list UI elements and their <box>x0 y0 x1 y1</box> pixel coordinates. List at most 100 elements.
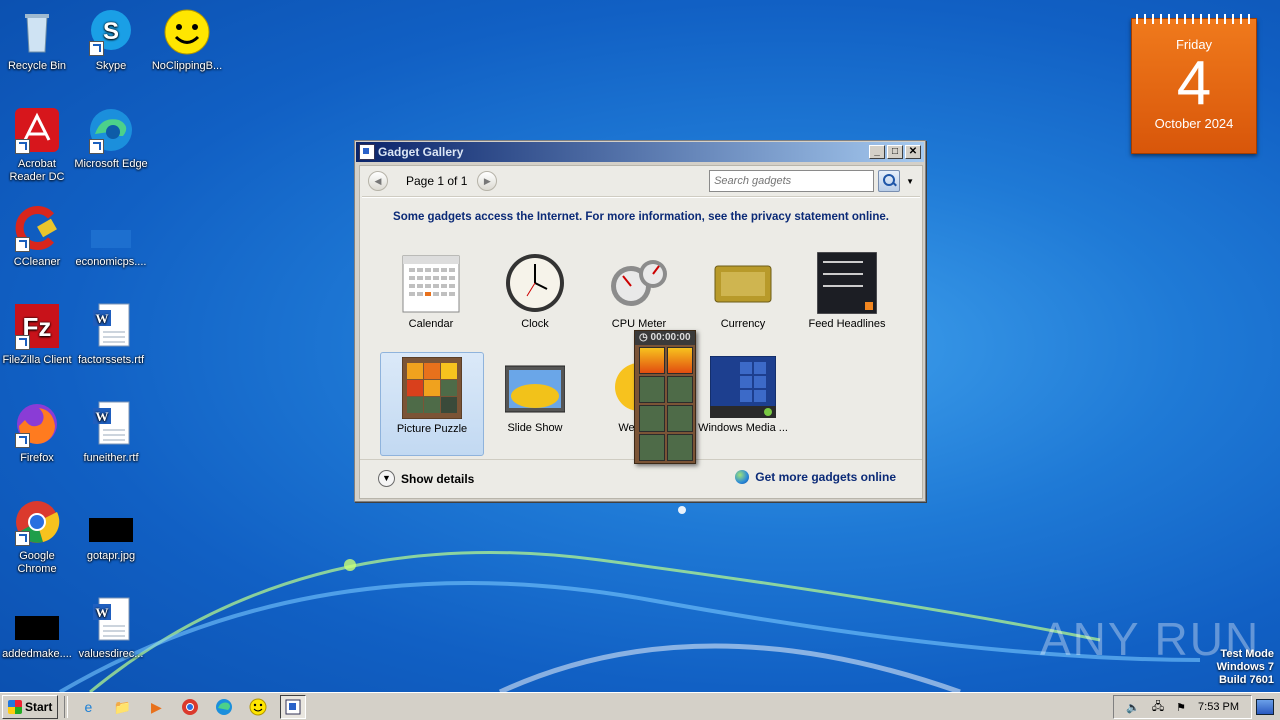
word-doc-icon: W <box>87 596 135 644</box>
puzzle-tiles <box>639 347 695 461</box>
smiley-taskbar-icon[interactable] <box>246 696 270 718</box>
dragged-picture-puzzle[interactable]: ◷ 00:00:00 <box>634 330 696 464</box>
gadget-label: Picture Puzzle <box>396 423 468 435</box>
gadget-feed-headlines[interactable]: Feed Headlines <box>796 248 898 350</box>
action-center-flag-icon[interactable]: ⚑ <box>1176 701 1186 714</box>
gadget-slide-show[interactable]: Slide Show <box>484 352 586 454</box>
gadget-label: Windows Media ... <box>698 422 788 434</box>
search-icon[interactable] <box>878 170 901 192</box>
navbar-divider <box>362 196 920 198</box>
shortcut-arrow-icon <box>15 433 30 448</box>
taskbar-clock[interactable]: 7:53 PM <box>1198 701 1239 713</box>
network-icon[interactable]: 🖧 <box>1152 698 1164 717</box>
gadget-gallery-taskbar-button[interactable] <box>280 695 307 719</box>
gadget-label: Clock <box>521 318 549 330</box>
start-button[interactable]: Start <box>2 695 59 719</box>
svg-text:W: W <box>96 311 109 326</box>
desktop-icon-economicps[interactable]: economicps.... <box>74 204 148 269</box>
puzzle-timer: ◷ 00:00:00 <box>635 331 695 345</box>
feed-headlines-icon <box>816 251 878 315</box>
show-desktop-icon[interactable] <box>1256 699 1274 715</box>
gadget-gallery-app-icon <box>359 144 375 160</box>
word-doc-icon: W <box>87 302 135 350</box>
get-more-gadgets-link[interactable]: Get more gadgets online <box>735 470 896 484</box>
shortcut-arrow-icon <box>15 237 30 252</box>
test-mode-text: Test Mode Windows 7 Build 7601 <box>1216 648 1274 686</box>
desktop-icon-valuesdirec[interactable]: W valuesdirec... <box>74 596 148 661</box>
calendar-month: October 2024 <box>1154 116 1234 131</box>
desktop-icon-recycle-bin[interactable]: Recycle Bin <box>0 8 74 73</box>
gadget-label: CPU Meter <box>611 318 667 330</box>
window-titlebar[interactable]: Gadget Gallery _ □ ✕ <box>356 142 924 162</box>
smiley-icon <box>163 8 211 56</box>
cpu-meter-icon <box>609 252 669 314</box>
start-label: Start <box>25 700 53 714</box>
search-options-dropdown-icon[interactable]: ▼ <box>906 177 914 186</box>
shortcut-arrow-icon <box>15 335 30 350</box>
taskbar-divider <box>64 696 69 718</box>
window-title: Gadget Gallery <box>378 145 464 159</box>
shortcut-arrow-icon <box>15 139 30 154</box>
slide-show-icon <box>504 356 566 418</box>
shortcut-arrow-icon <box>15 531 30 546</box>
show-details-toggle[interactable]: ▼ Show details <box>378 470 474 487</box>
prev-page-button[interactable]: ◀ <box>368 171 388 191</box>
gadget-currency[interactable]: Currency <box>692 248 794 350</box>
desktop-icon-skype[interactable]: S Skype <box>74 8 148 73</box>
minimize-button[interactable]: _ <box>869 145 885 159</box>
privacy-notice[interactable]: Some gadgets access the Internet. For mo… <box>360 211 922 223</box>
filezilla-icon: Fz <box>13 302 61 350</box>
show-details-label: Show details <box>401 471 475 486</box>
firefox-icon <box>13 400 61 448</box>
image-file-icon <box>87 498 135 546</box>
calendar-rings <box>1136 14 1252 24</box>
desktop-icon-edge[interactable]: Microsoft Edge <box>74 106 148 171</box>
skype-icon: S <box>87 8 135 56</box>
desktop-icon-ccleaner[interactable]: CCleaner <box>0 204 74 269</box>
next-page-button[interactable]: ▶ <box>477 171 498 191</box>
desktop-icon-funeither[interactable]: W funeither.rtf <box>74 400 148 465</box>
svg-text:W: W <box>96 409 109 424</box>
desktop-icon-factorssets[interactable]: W factorssets.rtf <box>74 302 148 367</box>
edge-taskbar-icon[interactable] <box>212 696 236 718</box>
gadget-label: Calendar <box>408 318 454 330</box>
windows-media-icon <box>709 355 777 419</box>
calendar-gadget[interactable]: Friday 4 October 2024 <box>1131 14 1257 154</box>
svg-text:W: W <box>96 605 109 620</box>
gallery-bottom-bar: ▼ Show details Get more gadgets online <box>360 459 922 498</box>
gadget-calendar[interactable]: Calendar <box>380 248 482 350</box>
maximize-button[interactable]: □ <box>887 145 903 159</box>
chrome-taskbar-icon[interactable] <box>178 696 202 718</box>
calendar-date: 4 <box>1176 49 1212 118</box>
desktop-icon-acrobat[interactable]: Acrobat Reader DC <box>0 106 74 184</box>
gadget-label: Currency <box>720 318 766 330</box>
gallery-navbar: ◀ Page 1 of 1 ▶ ▼ <box>360 166 922 196</box>
taskbar: Start e 📁 ▶ 🔈 🖧 ⚑ 7:53 PM <box>0 692 1280 720</box>
recycle-bin-icon <box>13 8 61 56</box>
media-player-icon[interactable]: ▶ <box>144 696 168 718</box>
internet-explorer-icon[interactable]: e <box>76 696 100 718</box>
chevron-down-icon: ▼ <box>378 470 395 487</box>
desktop-icon-firefox[interactable]: Firefox <box>0 400 74 465</box>
desktop-icon-gotapr[interactable]: gotapr.jpg <box>74 498 148 563</box>
clock-gadget-icon <box>505 252 565 314</box>
desktop-icon-chrome[interactable]: Google Chrome <box>0 498 74 576</box>
volume-icon[interactable]: 🔈 <box>1126 701 1140 714</box>
file-explorer-icon[interactable]: 📁 <box>110 696 134 718</box>
desktop-icon-addedmake[interactable]: addedmake.... <box>0 596 74 661</box>
chrome-icon <box>13 498 61 546</box>
desktop-icon-noclipping[interactable]: NoClippingB... <box>150 8 224 73</box>
desktop-icon-filezilla[interactable]: Fz FileZilla Client <box>0 302 74 367</box>
gadget-picture-puzzle[interactable]: Picture Puzzle <box>380 352 484 456</box>
gadget-windows-media[interactable]: Windows Media ... <box>692 352 794 454</box>
close-button[interactable]: ✕ <box>905 145 921 159</box>
word-doc-icon: W <box>87 400 135 448</box>
shortcut-arrow-icon <box>89 41 104 56</box>
system-tray: 🔈 🖧 ⚑ 7:53 PM <box>1113 695 1252 719</box>
shortcut-arrow-icon <box>89 139 104 154</box>
currency-icon <box>713 252 773 314</box>
search-gadgets-input[interactable] <box>709 170 875 192</box>
acrobat-icon <box>13 106 61 154</box>
gadget-label: Feed Headlines <box>808 318 886 330</box>
gadget-clock[interactable]: Clock <box>484 248 586 350</box>
